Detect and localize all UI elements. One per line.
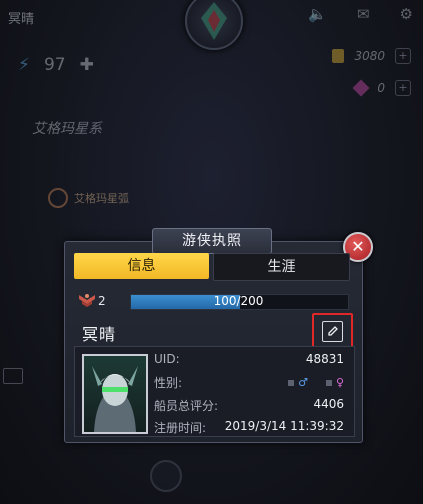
arc-name: 艾格玛星弧 <box>74 192 129 205</box>
bolt-icon: ⚡ <box>18 55 30 75</box>
player-name-header: 冥晴 <box>8 12 35 27</box>
mail-icon[interactable]: ✉ <box>357 5 370 23</box>
rank-chevron-icon <box>79 294 95 307</box>
pilot-portrait <box>82 354 148 434</box>
arc-location[interactable]: 艾格玛星弧 <box>48 188 129 208</box>
gem-resource: 0 + <box>352 79 411 97</box>
gem-icon <box>352 79 370 97</box>
coin-value: 3080 <box>354 49 385 63</box>
uid-value: 48831 <box>305 352 344 366</box>
avatar-emblem[interactable] <box>185 0 243 50</box>
dialog-title: 游侠执照 <box>152 228 272 254</box>
tab-career[interactable]: 生涯 <box>213 253 350 281</box>
male-radio[interactable] <box>288 379 295 386</box>
gender-label: 性别: <box>154 376 183 390</box>
uid-row: UID: 48831 <box>154 352 344 366</box>
pilot-name: 冥晴 <box>82 325 117 344</box>
speaker-icon[interactable]: 🔈 <box>308 5 327 23</box>
score-label: 船员总评分: <box>154 399 219 413</box>
edit-name-button[interactable] <box>312 313 353 349</box>
score-value: 4406 <box>313 397 344 411</box>
tab-info[interactable]: 信息 <box>74 253 209 279</box>
coin-resource: 3080 + <box>332 48 411 64</box>
uid-label: UID: <box>154 352 180 366</box>
gender-row: 性别: ♂ ♀ <box>154 374 344 391</box>
rank-value: 2 <box>98 294 106 308</box>
gender-options: ♂ ♀ <box>288 374 344 391</box>
system-name: 艾格玛星系 <box>32 121 102 137</box>
tab-bar: 信息 生涯 <box>74 253 350 281</box>
add-gem-button[interactable]: + <box>395 80 411 96</box>
score-row: 船员总评分: 4406 <box>154 397 344 414</box>
xp-text: 100/200 <box>213 294 264 308</box>
reg-value: 2019/3/14 11:39:32 <box>224 419 344 433</box>
gear-icon[interactable]: ⚙ <box>400 5 413 23</box>
orb-icon[interactable] <box>150 460 182 492</box>
add-coin-button[interactable]: + <box>395 48 411 64</box>
plus-icon[interactable]: ✚ <box>80 55 94 75</box>
emblem-icon <box>201 2 227 40</box>
level-value: 97 <box>43 55 66 75</box>
male-icon[interactable]: ♂ <box>298 376 308 389</box>
gem-value: 0 <box>377 81 385 95</box>
reg-label: 注册时间: <box>154 421 207 435</box>
level-box: ⚡ 97 ✚ <box>18 55 94 75</box>
arc-icon <box>48 188 68 208</box>
edit-icon <box>322 320 343 342</box>
female-icon[interactable]: ♀ <box>336 376 344 389</box>
top-icon-bar: 🔈 ✉ ⚙ <box>308 5 413 23</box>
chat-icon[interactable] <box>3 368 23 384</box>
reg-row: 注册时间: 2019/3/14 11:39:32 <box>154 419 344 436</box>
female-radio[interactable] <box>325 379 332 386</box>
coin-icon <box>332 49 345 63</box>
